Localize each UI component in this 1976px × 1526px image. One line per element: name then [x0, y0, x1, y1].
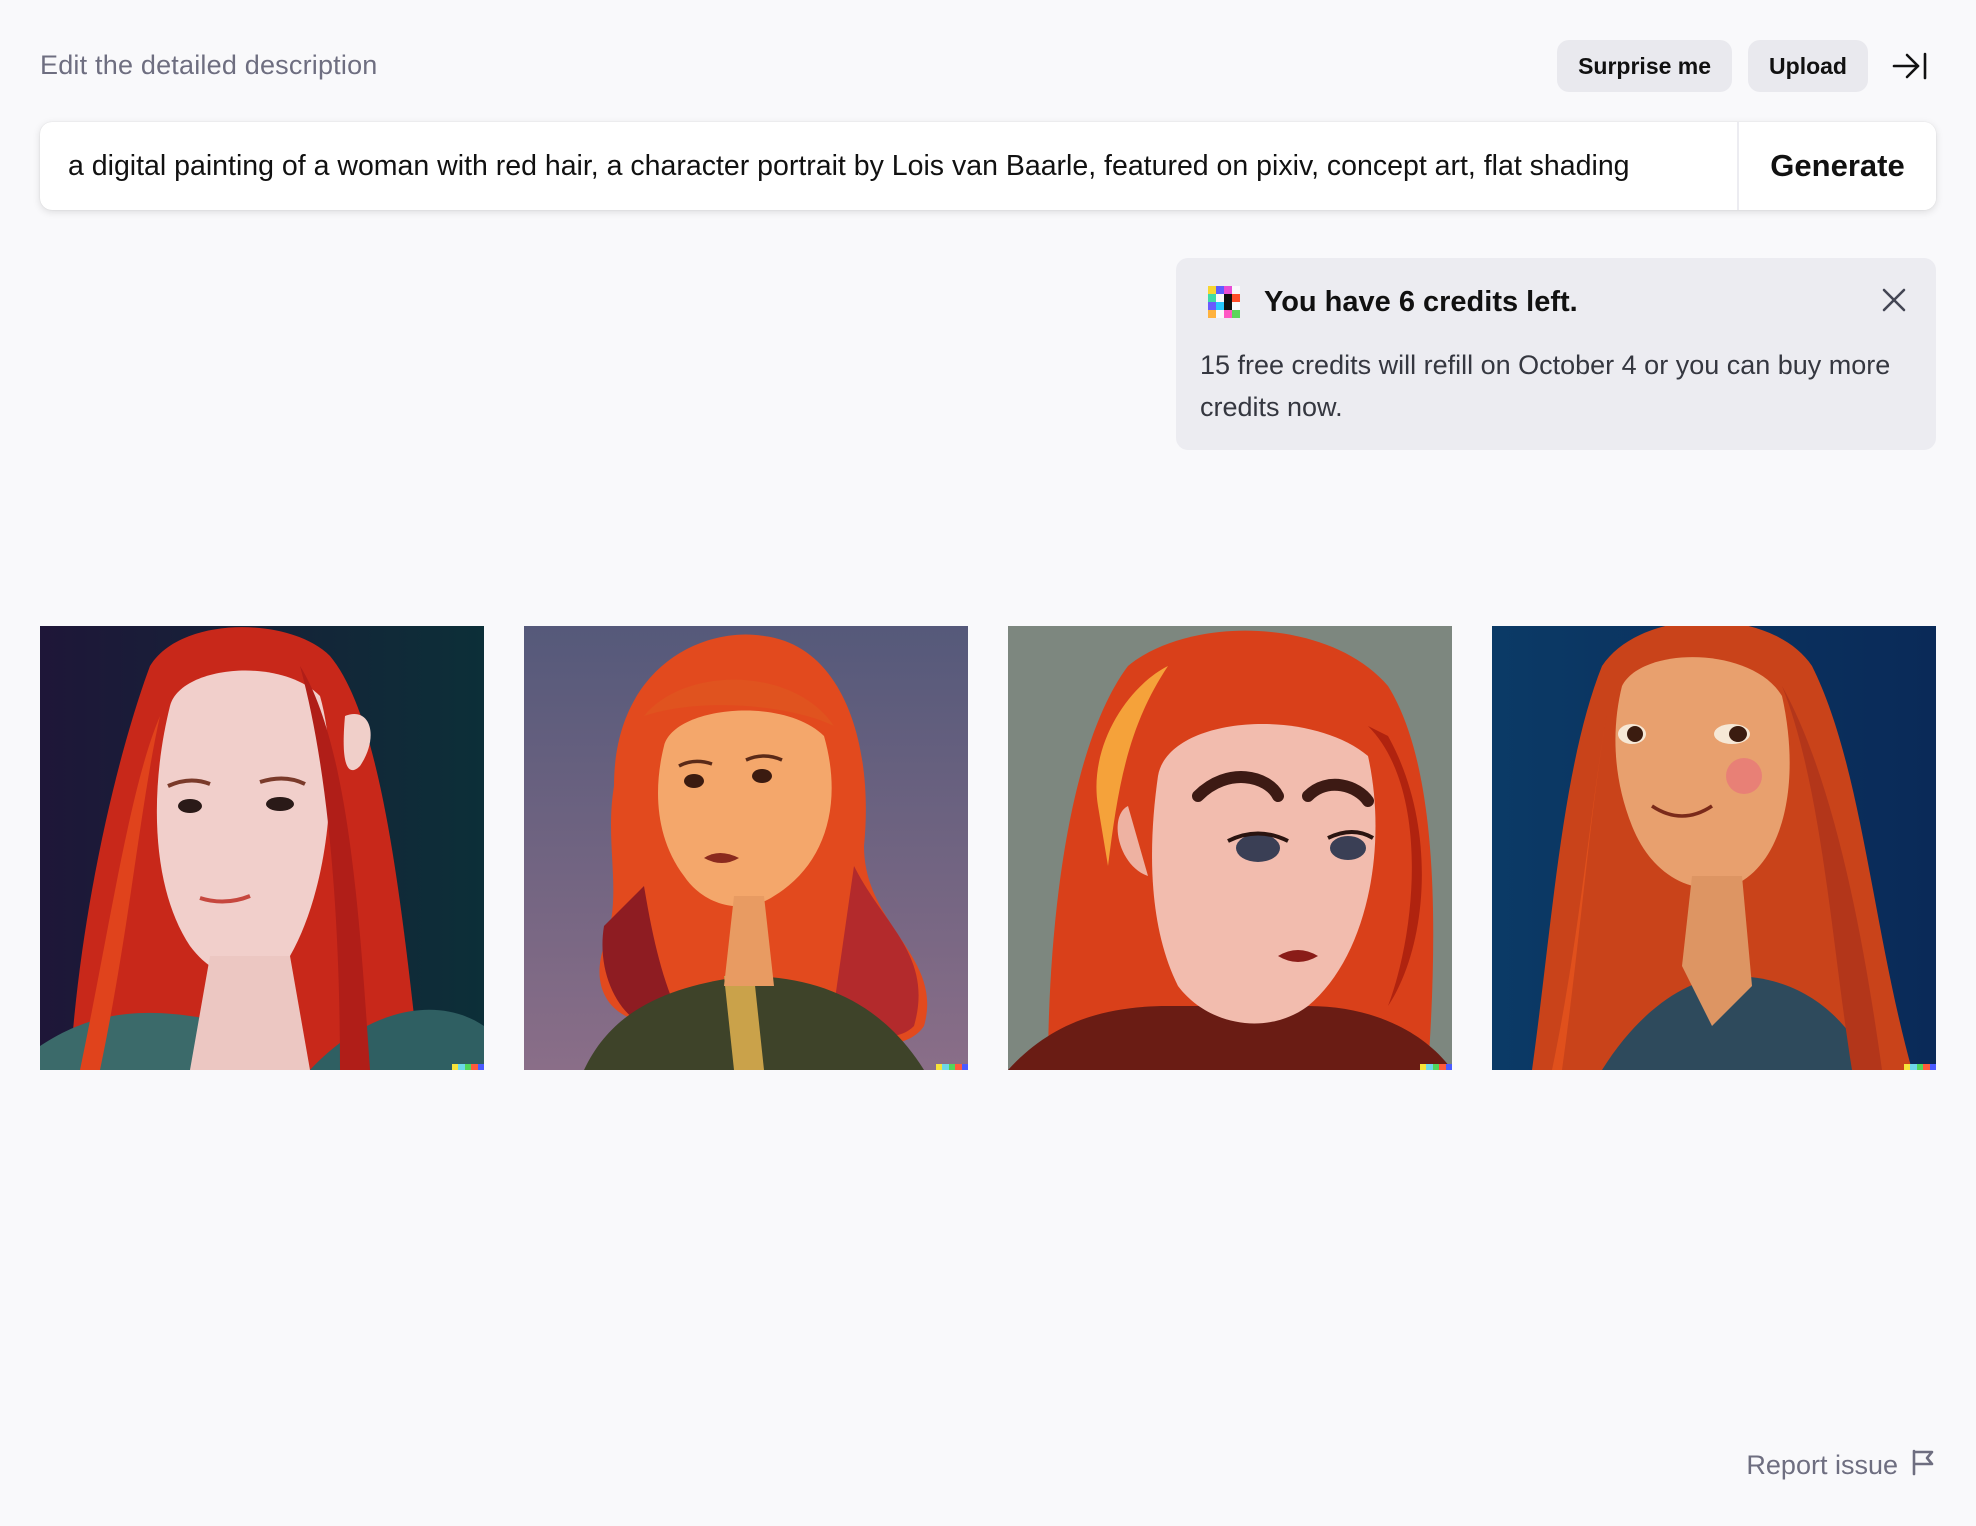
- prompt-bar: Generate: [40, 122, 1936, 210]
- upload-button[interactable]: Upload: [1748, 40, 1868, 92]
- dalle-signature: [452, 1064, 484, 1070]
- header-row: Edit the detailed description Surprise m…: [40, 40, 1936, 92]
- surprise-me-button[interactable]: Surprise me: [1557, 40, 1733, 92]
- credits-body: 15 free credits will refill on October 4…: [1200, 350, 1891, 422]
- report-issue-link[interactable]: Report issue: [1746, 1448, 1936, 1483]
- dalle-pixel-logo-icon: [1208, 286, 1240, 318]
- dalle-signature: [1904, 1064, 1936, 1070]
- prompt-input[interactable]: [40, 122, 1737, 210]
- portrait-image: [524, 626, 968, 1070]
- generated-image-3[interactable]: [1008, 626, 1452, 1070]
- credits-title: You have 6 credits left.: [1264, 286, 1578, 318]
- portrait-image: [1008, 626, 1452, 1070]
- arrow-right-to-line-icon[interactable]: [1884, 40, 1936, 92]
- dalle-signature: [936, 1064, 968, 1070]
- generated-image-2[interactable]: [524, 626, 968, 1070]
- close-icon[interactable]: [1876, 282, 1912, 318]
- generate-button[interactable]: Generate: [1737, 122, 1936, 210]
- dalle-signature: [1420, 1064, 1452, 1070]
- generated-image-4[interactable]: [1492, 626, 1936, 1070]
- report-issue-label: Report issue: [1746, 1450, 1898, 1480]
- generated-image-1[interactable]: [40, 626, 484, 1070]
- portrait-image: [1492, 626, 1936, 1070]
- prompt-heading: Edit the detailed description: [40, 50, 378, 80]
- dalle-editor-page: Edit the detailed description Surprise m…: [0, 0, 1976, 1526]
- header-actions: Surprise me Upload: [1557, 40, 1936, 92]
- portrait-image: [40, 626, 484, 1070]
- credits-notice: You have 6 credits left. 15 free credits…: [1176, 258, 1936, 450]
- flag-icon: [1910, 1448, 1936, 1483]
- image-grid: [40, 626, 1936, 1070]
